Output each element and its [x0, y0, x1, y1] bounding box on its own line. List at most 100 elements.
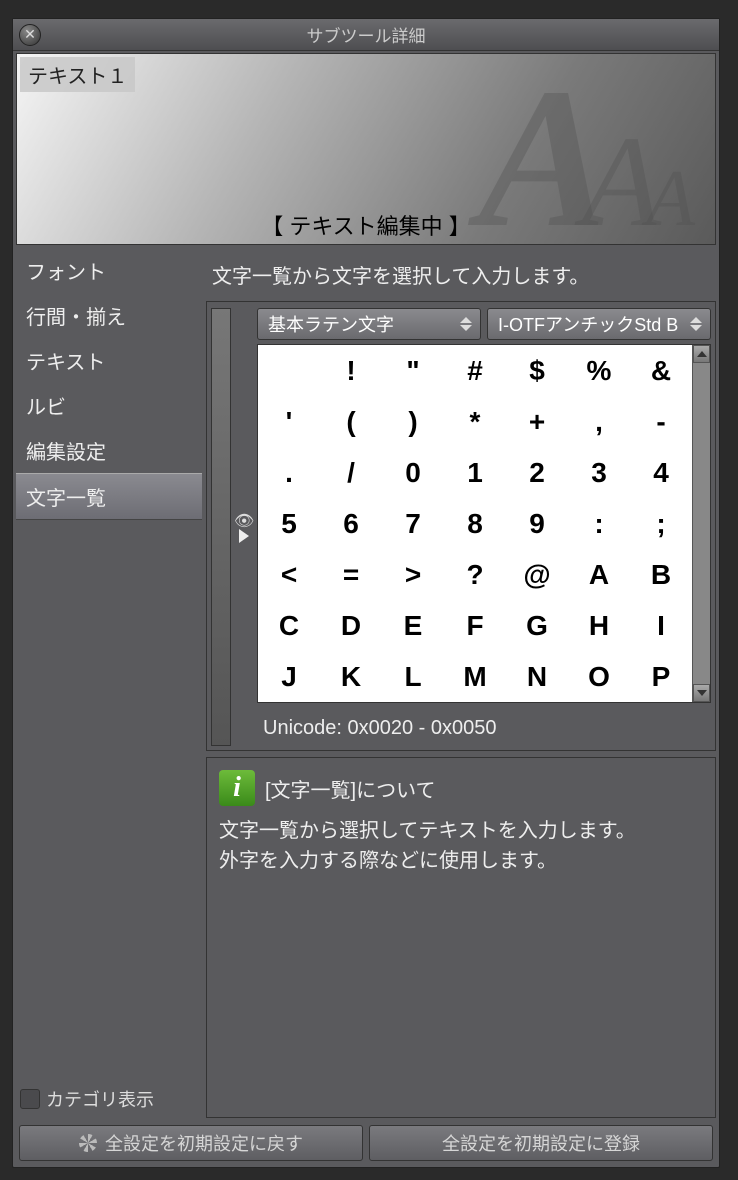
font-dropdown-label: I-OTFアンチックStd B	[498, 311, 678, 337]
character-cell[interactable]: ,	[568, 396, 630, 447]
info-line-2: 外字を入力する際などに使用します。	[219, 846, 703, 876]
character-cell[interactable]: >	[382, 549, 444, 600]
character-cell[interactable]: N	[506, 651, 568, 702]
character-cell[interactable]: $	[506, 345, 568, 396]
character-cell[interactable]: #	[444, 345, 506, 396]
character-cell[interactable]: &	[630, 345, 692, 396]
register-all-label: 全設定を初期設定に登録	[442, 1130, 640, 1156]
category-toggle-checkbox[interactable]	[20, 1089, 40, 1109]
category-toggle-label: カテゴリ表示	[46, 1086, 154, 1112]
character-cell[interactable]: L	[382, 651, 444, 702]
spinner-icon	[460, 311, 476, 337]
character-cell[interactable]: C	[258, 600, 320, 651]
panel-toggle-strip: 👁	[235, 308, 253, 746]
character-cell[interactable]: F	[444, 600, 506, 651]
scroll-up-button[interactable]	[693, 345, 710, 363]
sidebar-item-ruby[interactable]: ルビ	[16, 383, 202, 428]
character-cell[interactable]: =	[320, 549, 382, 600]
character-scrollbar[interactable]	[692, 345, 710, 702]
panel-drag-strip[interactable]	[211, 308, 231, 746]
character-cell[interactable]: 4	[630, 447, 692, 498]
font-dropdown[interactable]: I-OTFアンチックStd B	[487, 308, 711, 340]
info-icon: i	[219, 770, 255, 806]
character-cell[interactable]: 9	[506, 498, 568, 549]
character-cell[interactable]: *	[444, 396, 506, 447]
character-cell[interactable]: 3	[568, 447, 630, 498]
sidebar-item-font[interactable]: フォント	[16, 248, 202, 293]
sidebar-item-character-list[interactable]: 文字一覧	[16, 473, 202, 520]
character-cell[interactable]: A	[568, 549, 630, 600]
sidebar-item-spacing[interactable]: 行間・揃え	[16, 293, 202, 338]
register-all-button[interactable]: 全設定を初期設定に登録	[369, 1125, 713, 1161]
preview-status: 【 テキスト編集中 】	[17, 209, 715, 241]
character-cell[interactable]: O	[568, 651, 630, 702]
body-area: フォント 行間・揃え テキスト ルビ 編集設定 文字一覧 カテゴリ表示 文字一覧…	[13, 245, 719, 1121]
main-panel: 文字一覧から文字を選択して入力します。 👁 基本ラテン文字 I-OTFアンチック…	[206, 248, 716, 1118]
subtool-detail-window: ✕ サブツール詳細 AAA テキスト１ 【 テキスト編集中 】 フォント 行間・…	[12, 18, 720, 1168]
dropdown-row: 基本ラテン文字 I-OTFアンチックStd B	[257, 308, 711, 340]
character-cell[interactable]: ;	[630, 498, 692, 549]
character-cell[interactable]: 6	[320, 498, 382, 549]
character-cell[interactable]: H	[568, 600, 630, 651]
close-icon: ✕	[24, 26, 36, 43]
info-body: 文字一覧から選択してテキストを入力します。 外字を入力する際などに使用します。	[219, 816, 703, 876]
character-cell[interactable]: +	[506, 396, 568, 447]
info-panel: i [文字一覧]について 文字一覧から選択してテキストを入力します。 外字を入力…	[206, 757, 716, 1118]
character-cell[interactable]: D	[320, 600, 382, 651]
character-cell[interactable]: M	[444, 651, 506, 702]
sidebar-item-label: ルビ	[26, 397, 66, 419]
character-grid-wrap: !"#$%& '()*+,-./01234 56789:; <=>?@AB CDEFGH…	[257, 344, 711, 703]
character-cell[interactable]: %	[568, 345, 630, 396]
character-cell[interactable]: ?	[444, 549, 506, 600]
preview-tool-name: テキスト１	[20, 57, 135, 92]
character-list-panel: 👁 基本ラテン文字 I-OTFアンチックStd B	[206, 301, 716, 751]
character-cell[interactable]: 8	[444, 498, 506, 549]
character-cell[interactable]: /	[320, 447, 382, 498]
character-cell[interactable]: 7	[382, 498, 444, 549]
character-cell[interactable]: 2	[506, 447, 568, 498]
close-button[interactable]: ✕	[19, 24, 41, 46]
sidebar-item-edit-settings[interactable]: 編集設定	[16, 428, 202, 473]
character-cell[interactable]: E	[382, 600, 444, 651]
expand-icon[interactable]	[239, 529, 249, 543]
window-title: サブツール詳細	[13, 22, 719, 47]
character-cell[interactable]: (	[320, 396, 382, 447]
character-cell[interactable]: P	[630, 651, 692, 702]
info-title: [文字一覧]について	[265, 774, 436, 803]
character-cell[interactable]: K	[320, 651, 382, 702]
character-cell[interactable]: !	[320, 345, 382, 396]
character-cell[interactable]: -	[630, 396, 692, 447]
sidebar: フォント 行間・揃え テキスト ルビ 編集設定 文字一覧 カテゴリ表示	[16, 248, 202, 1118]
unicode-range-label: Unicode: 0x0020 - 0x0050	[257, 707, 711, 746]
scroll-track[interactable]	[693, 363, 710, 684]
character-cell[interactable]: 5	[258, 498, 320, 549]
character-cell[interactable]: )	[382, 396, 444, 447]
character-cell[interactable]: .	[258, 447, 320, 498]
sidebar-item-label: 編集設定	[26, 442, 106, 464]
character-cell[interactable]: 0	[382, 447, 444, 498]
character-cell[interactable]: G	[506, 600, 568, 651]
scroll-down-button[interactable]	[693, 684, 710, 702]
info-line-1: 文字一覧から選択してテキストを入力します。	[219, 816, 703, 846]
character-cell[interactable]: :	[568, 498, 630, 549]
character-cell[interactable]: J	[258, 651, 320, 702]
character-grid: !"#$%& '()*+,-./01234 56789:; <=>?@AB CDEFGH…	[258, 345, 692, 702]
character-cell[interactable]: <	[258, 549, 320, 600]
sidebar-item-text[interactable]: テキスト	[16, 338, 202, 383]
titlebar: ✕ サブツール詳細	[13, 19, 719, 51]
preview-area: AAA テキスト１ 【 テキスト編集中 】	[16, 53, 716, 245]
character-cell[interactable]: '	[258, 396, 320, 447]
character-cell[interactable]	[258, 345, 320, 396]
sidebar-list: フォント 行間・揃え テキスト ルビ 編集設定 文字一覧	[16, 248, 202, 1080]
character-cell[interactable]: @	[506, 549, 568, 600]
character-cell[interactable]: B	[630, 549, 692, 600]
reset-all-button[interactable]: 全設定を初期設定に戻す	[19, 1125, 363, 1161]
sidebar-item-label: 行間・揃え	[26, 307, 126, 329]
character-cell[interactable]: 1	[444, 447, 506, 498]
reset-all-label: 全設定を初期設定に戻す	[105, 1130, 303, 1156]
charset-dropdown[interactable]: 基本ラテン文字	[257, 308, 481, 340]
sidebar-item-label: フォント	[26, 262, 106, 284]
visibility-icon[interactable]: 👁	[234, 511, 254, 523]
character-cell[interactable]: "	[382, 345, 444, 396]
character-cell[interactable]: I	[630, 600, 692, 651]
